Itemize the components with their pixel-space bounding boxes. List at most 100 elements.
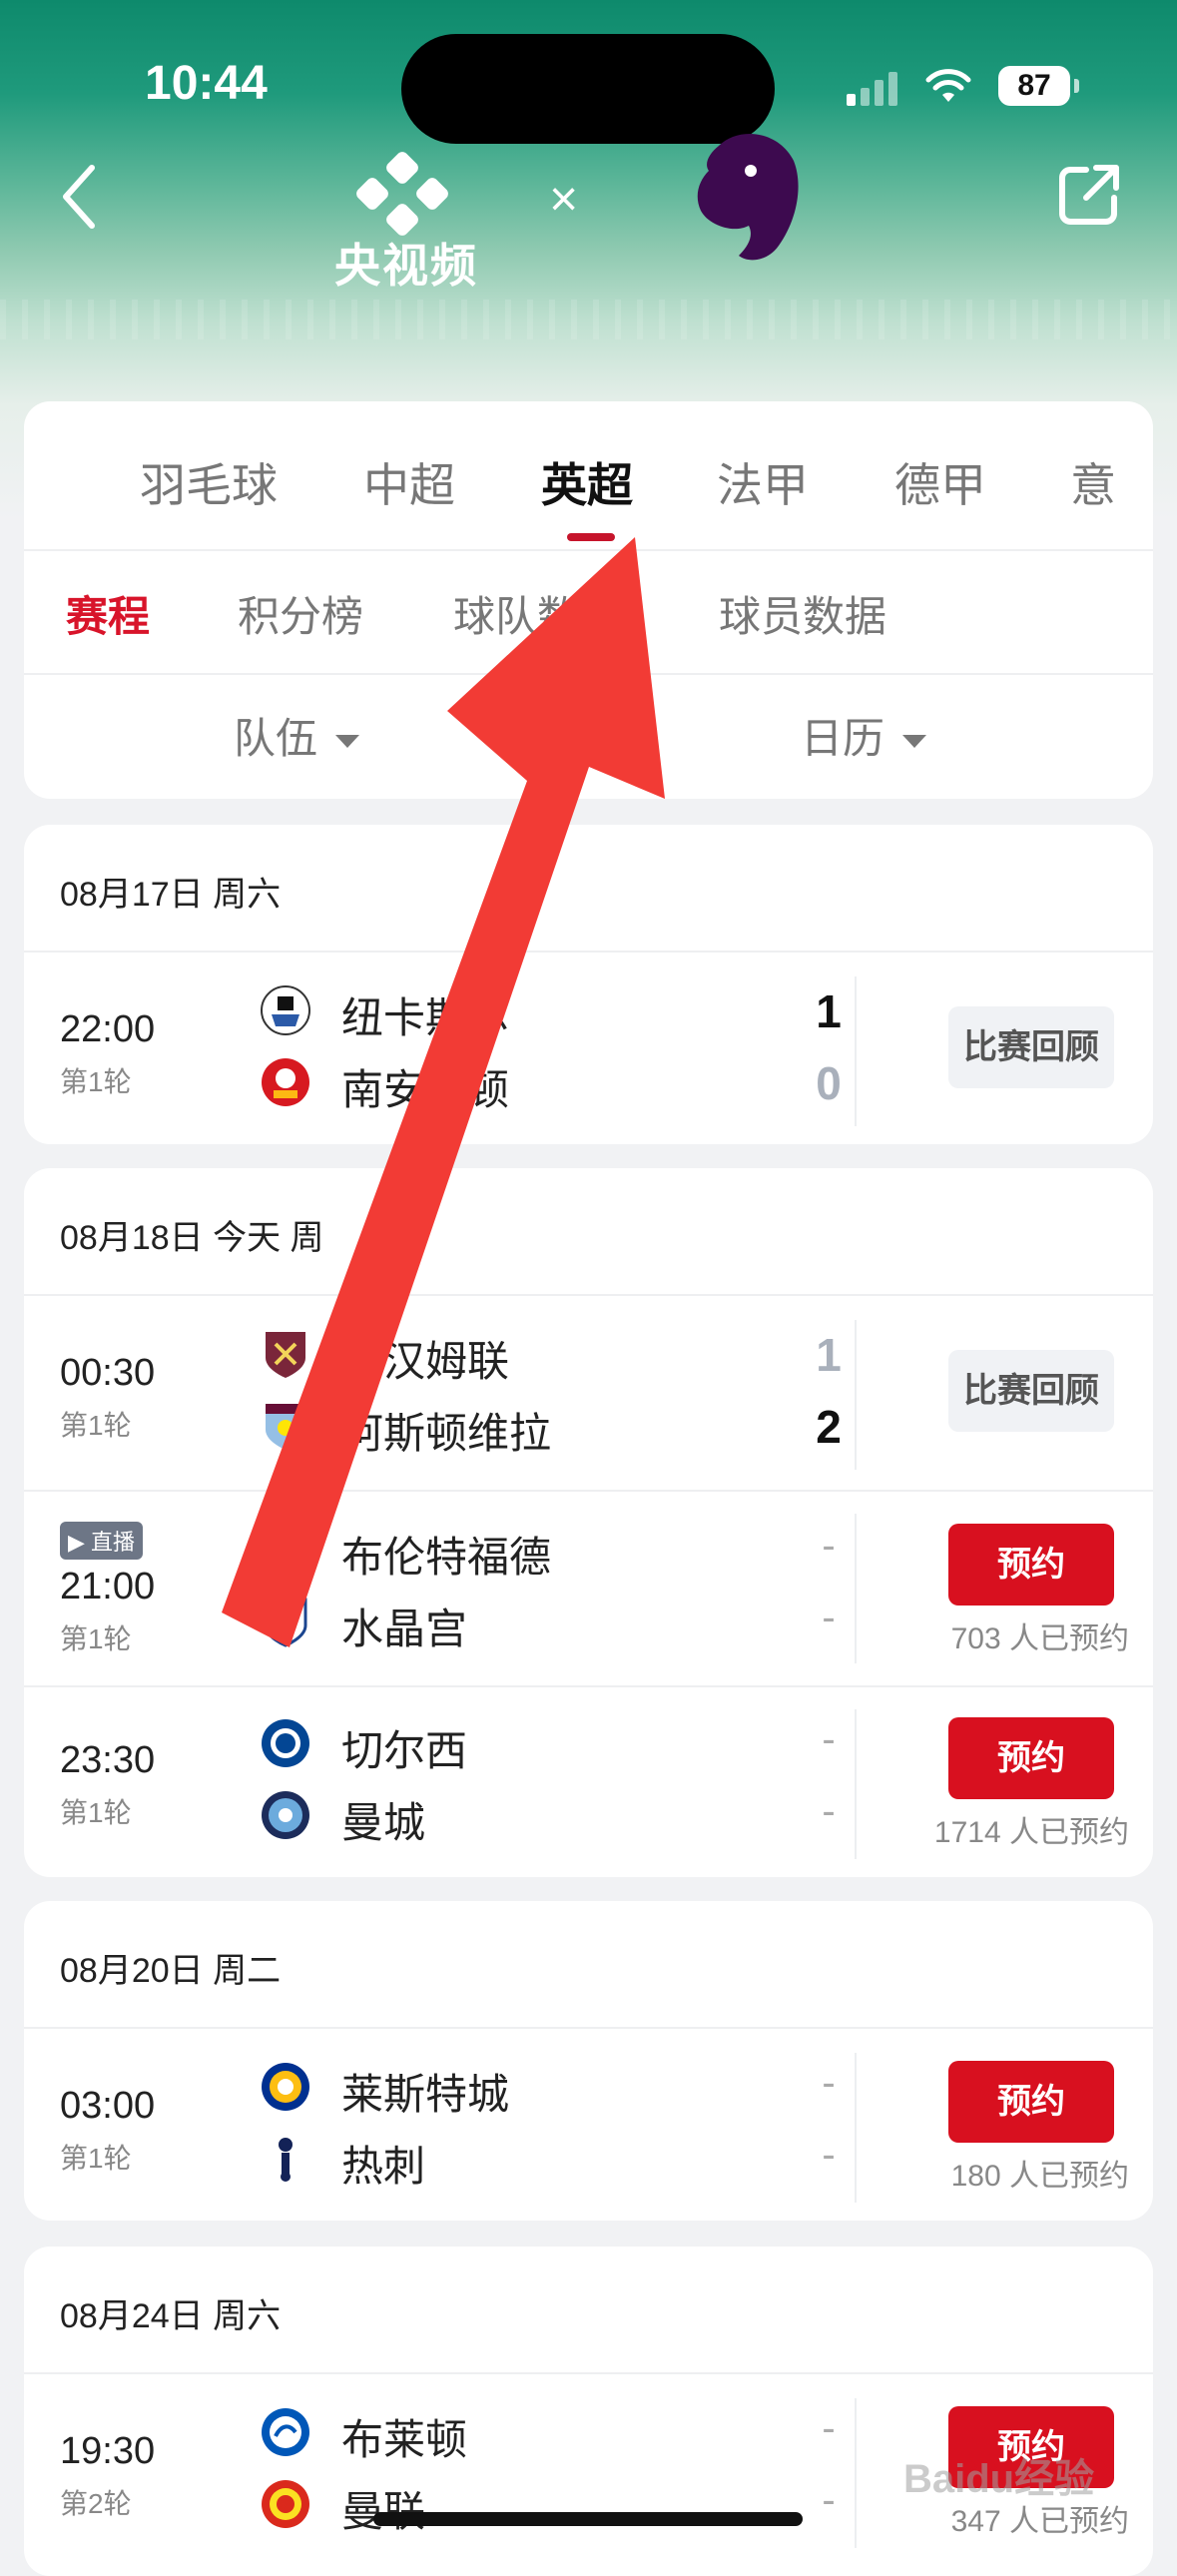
day-card: 08月24日 周六 19:30 第2轮 布莱顿 曼联 - - 预约 347 人已… [24, 2247, 1153, 2576]
date-header: 08月20日 周二 [60, 1952, 282, 1990]
manutd-crest-icon [262, 2480, 309, 2528]
tab-badminton[interactable]: 羽毛球 [140, 449, 278, 515]
back-icon[interactable] [58, 162, 102, 232]
southampton-crest-icon [262, 1058, 309, 1106]
astonvilla-crest-icon [266, 1404, 305, 1450]
subtab-team-stats[interactable]: 球队数 [453, 583, 579, 644]
divider [24, 673, 1153, 675]
team-filter[interactable]: 队伍 [234, 705, 360, 766]
home-team-name: 布伦特福德 [341, 1534, 552, 1581]
divider [24, 549, 1153, 551]
share-icon[interactable] [1056, 162, 1122, 228]
active-tab-indicator [567, 533, 615, 541]
away-score: 0 [816, 1057, 842, 1109]
divider [24, 1294, 1153, 1296]
divider [24, 1685, 1153, 1687]
divider [855, 1709, 857, 1859]
tab-bundesliga[interactable]: 德甲 [894, 449, 986, 515]
reserve-button[interactable]: 预约 [948, 1717, 1114, 1799]
status-time: 10:44 [145, 57, 268, 110]
divider [24, 1490, 1153, 1492]
divider [855, 1514, 857, 1663]
away-team-name: 曼联 [341, 2478, 425, 2539]
brentford-crest-icon [262, 1526, 309, 1574]
cobrand-separator: × [549, 171, 579, 227]
match-round: 第2轮 [60, 2488, 132, 2519]
home-score: - [822, 2061, 836, 2105]
filter-card: 羽毛球 中超 英超 法甲 德甲 意 赛程 积分榜 球队数 球员数据 队伍 日历 [24, 401, 1153, 799]
home-team-name: 莱斯特城 [341, 2071, 510, 2118]
home-team-name: 切尔西 [341, 1727, 468, 1774]
home-score: - [822, 1717, 836, 1761]
reserve-button[interactable]: 预约 [948, 2061, 1114, 2143]
date-header: 08月17日 周六 [60, 876, 282, 914]
live-badge: ▶ 直播 [60, 1522, 144, 1560]
home-score: 1 [816, 985, 842, 1037]
calendar-filter[interactable]: 日历 [801, 705, 927, 766]
divider [855, 2398, 857, 2548]
reserve-button[interactable]: 预约 [948, 1524, 1114, 1606]
day-card: 08月18日 今天 周 00:30 第1轮 西汉姆联 阿斯顿维拉 1 2 比赛回… [24, 1168, 1153, 1877]
cellular-signal-icon [847, 70, 898, 106]
away-team-name: 曼城 [341, 1799, 426, 1846]
divider [24, 951, 1153, 953]
match-round: 第1轮 [60, 1623, 132, 1654]
divider [24, 2027, 1153, 2029]
watermark-logo: Baidu经验 [903, 2457, 1095, 2501]
home-indicator[interactable] [373, 2512, 803, 2526]
home-team-name: 布莱顿 [341, 2416, 468, 2463]
away-team-name: 热刺 [341, 2143, 426, 2190]
away-score: - [822, 1789, 836, 1833]
subtab-schedule[interactable]: 赛程 [66, 583, 150, 644]
mancity-crest-icon [262, 1791, 309, 1839]
date-header: 08月24日 周六 [60, 2297, 282, 2335]
tab-premier-league[interactable]: 英超 [541, 449, 633, 515]
play-icon: ▶ [68, 1530, 85, 1555]
reservation-count: 703 人已预约 [950, 1622, 1129, 1655]
subtab-player-stats[interactable]: 球员数据 [719, 583, 886, 644]
match-time: 00:30 [60, 1352, 156, 1394]
brand-text: 央视频 [334, 240, 478, 292]
home-team-name: 纽卡斯尔 [341, 994, 510, 1041]
reservation-count: 180 人已预约 [950, 2160, 1129, 2193]
divider [855, 1320, 857, 1470]
chelsea-crest-icon [262, 1719, 309, 1767]
tab-csl[interactable]: 中超 [363, 449, 455, 515]
divider [855, 976, 857, 1126]
away-score: - [822, 2133, 836, 2177]
match-round: 第1轮 [60, 1797, 132, 1828]
westham-crest-icon [266, 1332, 305, 1378]
match-time: 23:30 [60, 1739, 156, 1781]
match-round: 第1轮 [60, 1066, 132, 1097]
home-score: 1 [816, 1329, 842, 1381]
brighton-crest-icon [262, 2408, 309, 2456]
newcastle-crest-icon [261, 985, 310, 1035]
team-filter-label: 队伍 [234, 715, 318, 762]
match-review-button[interactable]: 比赛回顾 [948, 1350, 1114, 1432]
league-tabs: 羽毛球 中超 英超 法甲 德甲 意 [24, 401, 1153, 549]
away-team-name: 南安普顿 [341, 1066, 510, 1113]
away-team-name: 水晶宫 [341, 1606, 468, 1652]
match-time: 21:00 [60, 1566, 156, 1608]
away-score: - [822, 1596, 836, 1639]
match-time: 19:30 [60, 2430, 156, 2472]
crystalpalace-crest-icon [264, 1598, 307, 1647]
match-time: 22:00 [60, 1008, 156, 1050]
tab-serie-a[interactable]: 意 [1070, 449, 1116, 515]
caret-down-icon [902, 735, 927, 749]
match-round: 第1轮 [60, 2143, 132, 2174]
match-round: 第1轮 [60, 1410, 132, 1441]
reservation-count: 1714 人已预约 [933, 1816, 1129, 1849]
divider [855, 2053, 857, 2203]
home-score: - [822, 2406, 836, 2450]
home-team-name: 西汉姆联 [341, 1338, 510, 1385]
match-review-button[interactable]: 比赛回顾 [948, 1006, 1114, 1088]
divider [24, 2372, 1153, 2374]
live-badge-label: 直播 [91, 1530, 136, 1555]
match-time: 03:00 [60, 2085, 156, 2127]
premier-league-logo-icon [697, 134, 799, 261]
subtab-standings[interactable]: 积分榜 [238, 583, 363, 644]
away-score: - [822, 2478, 836, 2522]
tottenham-crest-icon [279, 2138, 293, 2182]
tab-ligue1[interactable]: 法甲 [717, 449, 809, 515]
